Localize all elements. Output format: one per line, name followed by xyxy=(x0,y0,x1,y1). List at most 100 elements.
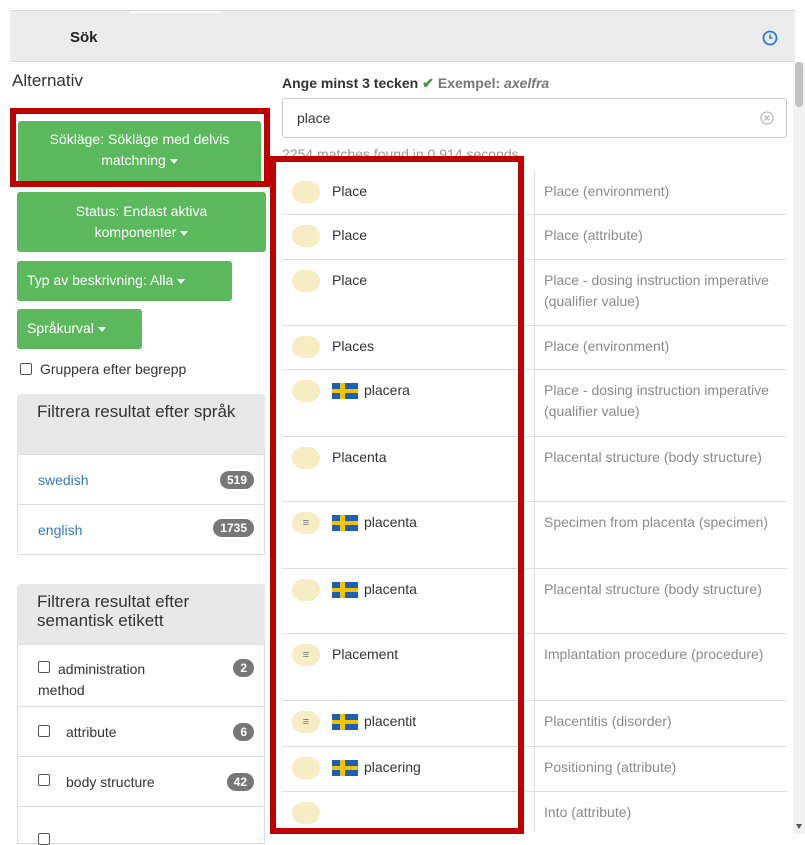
table-row[interactable]: Placenta Placental structure (body struct… xyxy=(282,437,787,502)
result-term[interactable]: Placenta xyxy=(332,449,386,465)
column-divider xyxy=(534,502,535,568)
list-item[interactable]: swedish 519 xyxy=(18,455,264,505)
status-button[interactable]: Status: Endast aktiva komponenter xyxy=(17,192,266,252)
scroll-down-icon[interactable] xyxy=(796,824,802,829)
result-description[interactable]: Specimen from placenta (specimen) xyxy=(544,512,779,533)
search-input-value: place xyxy=(297,110,331,126)
result-description[interactable]: Positioning (attribute) xyxy=(544,757,779,778)
definition-status-pill xyxy=(292,181,320,203)
search-input[interactable]: place xyxy=(282,98,787,138)
result-description[interactable]: Placentitis (disorder) xyxy=(544,711,779,732)
count-badge: 42 xyxy=(226,773,254,791)
column-divider xyxy=(534,370,535,436)
result-description[interactable]: Placental structure (body structure) xyxy=(544,447,779,468)
list-item[interactable]: administration method 2 xyxy=(18,645,264,707)
group-by-concept-label: Gruppera efter begrepp xyxy=(40,361,187,378)
result-description[interactable]: Placental structure (body structure) xyxy=(544,579,779,600)
table-row[interactable]: placering Positioning (attribute) xyxy=(282,747,787,792)
table-row[interactable]: ≡ Placement Implantation procedure (proced… xyxy=(282,634,787,701)
scrollbar-thumb[interactable] xyxy=(795,62,803,107)
list-item[interactable] xyxy=(18,807,264,845)
column-divider xyxy=(534,326,535,369)
chevron-down-icon xyxy=(177,278,186,284)
scrollbar[interactable] xyxy=(793,62,805,834)
semantic-filter-checkbox[interactable] xyxy=(38,833,50,845)
clear-icon[interactable] xyxy=(760,111,774,125)
language-select-button[interactable]: Språkurval xyxy=(17,309,142,349)
result-description[interactable]: Place - dosing instruction imperative (q… xyxy=(544,380,779,422)
column-divider xyxy=(534,260,535,325)
swedish-flag-icon xyxy=(332,515,358,531)
result-term[interactable]: placera xyxy=(364,382,410,398)
column-divider xyxy=(534,747,535,791)
language-filter-heading: Filtrera resultat efter språk xyxy=(17,394,265,454)
definition-status-pill xyxy=(292,270,320,292)
column-divider xyxy=(534,701,535,746)
count-badge: 6 xyxy=(233,723,254,741)
result-term[interactable]: Place xyxy=(332,227,367,243)
result-term[interactable]: placenta xyxy=(364,581,417,597)
search-results-panel: Ange minst 3 tecken ✔ Exempel: axelfra pla… xyxy=(270,62,805,834)
result-description[interactable]: Place (attribute) xyxy=(544,225,779,246)
language-filter-link[interactable]: english xyxy=(38,522,82,538)
definition-status-pill: ≡ xyxy=(292,512,320,534)
semantic-filter-checkbox[interactable] xyxy=(38,725,50,737)
list-item[interactable]: english 1735 xyxy=(18,505,264,555)
definition-status-pill xyxy=(292,447,320,469)
table-row[interactable]: Place Place (attribute) xyxy=(282,215,787,260)
result-term[interactable]: Places xyxy=(332,338,374,354)
table-row[interactable]: Place Place - dosing instruction imperati… xyxy=(282,260,787,326)
chevron-down-icon xyxy=(180,230,189,236)
table-row[interactable]: placenta Placental structure (body struct… xyxy=(282,569,787,634)
table-row[interactable]: ≡ placenta Specimen from placenta (specime… xyxy=(282,502,787,569)
result-term[interactable]: Place xyxy=(332,183,367,199)
description-type-button[interactable]: Typ av beskrivning: Alla xyxy=(17,261,232,301)
search-hint-text: Ange minst 3 tecken xyxy=(282,75,419,91)
language-filter-list: swedish 519 english 1735 xyxy=(17,454,265,555)
definition-status-pill xyxy=(292,380,320,402)
count-badge: 1735 xyxy=(213,519,254,537)
semantic-filter-label: body structure xyxy=(66,774,155,790)
result-term[interactable]: placenta xyxy=(364,514,417,530)
column-divider xyxy=(534,215,535,259)
result-term[interactable]: Place xyxy=(332,272,367,288)
column-divider xyxy=(534,792,535,832)
table-row[interactable]: Place Place (environment) xyxy=(282,171,787,215)
example-value: axelfra xyxy=(504,75,550,91)
language-filter-link[interactable]: swedish xyxy=(38,472,89,488)
chevron-down-icon xyxy=(169,158,178,164)
semantic-filter-list: administration method 2 attribute 6 body… xyxy=(17,644,265,845)
result-term[interactable]: Placement xyxy=(332,646,398,662)
result-description[interactable]: Place (environment) xyxy=(544,336,779,357)
search-hint: Ange minst 3 tecken ✔ Exempel: axelfra xyxy=(282,75,549,92)
column-divider xyxy=(534,171,535,214)
list-item[interactable]: attribute 6 xyxy=(18,707,264,757)
table-row[interactable]: placera Place - dosing instruction impera… xyxy=(282,370,787,437)
table-row[interactable]: Into (attribute) xyxy=(282,792,787,832)
swedish-flag-icon xyxy=(332,383,358,399)
swedish-flag-icon xyxy=(332,582,358,598)
column-divider xyxy=(534,634,535,700)
count-badge: 2 xyxy=(233,659,254,677)
definition-status-pill xyxy=(292,336,320,358)
chevron-down-icon xyxy=(97,326,106,332)
semantic-filter-checkbox[interactable] xyxy=(38,774,50,786)
table-row[interactable]: Places Place (environment) xyxy=(282,326,787,370)
list-item[interactable]: body structure 42 xyxy=(18,757,264,807)
page-title: Sök xyxy=(70,29,98,46)
clock-icon[interactable] xyxy=(762,30,778,46)
count-badge: 519 xyxy=(219,471,254,489)
group-by-concept-option[interactable]: Gruppera efter begrepp xyxy=(20,360,186,377)
search-mode-button[interactable]: Sökläge: Sökläge med delvis matchning xyxy=(18,121,261,183)
definition-status-pill: ≡ xyxy=(292,644,320,666)
result-description[interactable]: Place - dosing instruction imperative (q… xyxy=(544,270,779,312)
top-bar: Sök xyxy=(10,10,795,62)
group-by-concept-checkbox[interactable] xyxy=(20,363,32,376)
result-description[interactable]: Place (environment) xyxy=(544,181,779,202)
result-description[interactable]: Implantation procedure (procedure) xyxy=(544,644,779,665)
result-description[interactable]: Into (attribute) xyxy=(544,802,779,823)
result-term[interactable]: placentit xyxy=(364,713,416,729)
table-row[interactable]: ≡ placentit Placentitis (disorder) xyxy=(282,701,787,747)
definition-status-pill xyxy=(292,802,320,824)
result-term[interactable]: placering xyxy=(364,759,421,775)
